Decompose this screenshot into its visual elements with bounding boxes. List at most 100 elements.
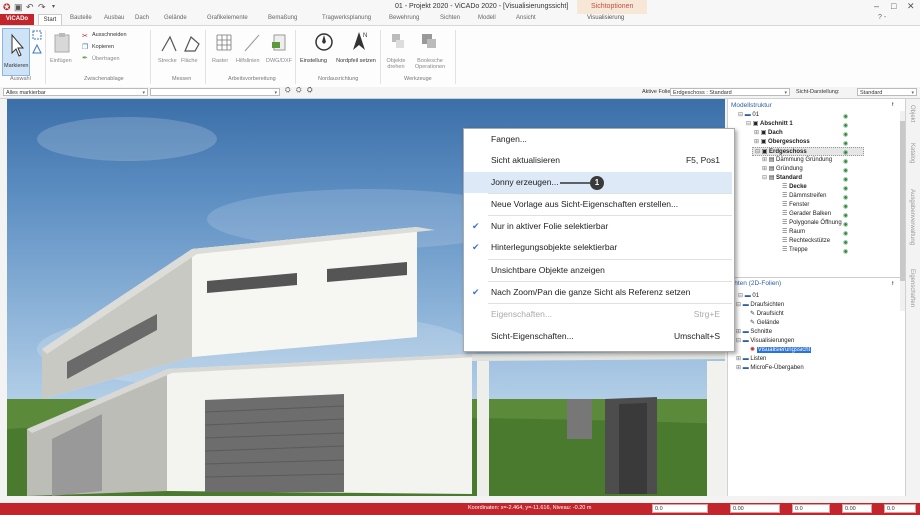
menu-item-fangen[interactable]: Fangen... — [464, 129, 732, 150]
tree-item[interactable]: ☰ Gerader Balken — [782, 210, 831, 219]
pin-icon[interactable]: ᵻ — [892, 101, 894, 108]
boolesche-label[interactable]: Boolesche Operationen — [410, 58, 450, 70]
redo-icon[interactable]: ↷ — [38, 2, 46, 13]
side-tab-eigenschaften[interactable]: Eigenschaften — [909, 269, 915, 307]
menu-item-neue-vorlage[interactable]: Neue Vorlage aus Sicht-Eigenschaften ers… — [464, 194, 732, 215]
eye-icon[interactable]: ◉ — [843, 248, 848, 255]
measure-area-icon[interactable] — [183, 34, 201, 54]
tree-item[interactable]: ⊞ ▤ Gründung — [762, 165, 803, 174]
boolean-ops-icon[interactable] — [420, 32, 438, 52]
tab-ansicht[interactable]: Ansicht — [516, 15, 536, 21]
flaeche-label[interactable]: Fläche — [181, 58, 198, 64]
eye-icon[interactable]: ◉ — [843, 113, 848, 120]
eye-icon[interactable]: ◉ — [843, 140, 848, 147]
eye-icon[interactable]: ◉ — [843, 149, 848, 156]
strecke-label[interactable]: Strecke — [158, 58, 177, 64]
tree-item[interactable]: ☰ Dämmstreifen — [782, 192, 826, 201]
status-field[interactable]: 0.0 — [792, 504, 830, 513]
eye-icon[interactable]: ◉ — [843, 221, 848, 228]
menu-item-sicht-aktualisieren[interactable]: Sicht aktualisieren F5, Pos1 — [464, 150, 732, 171]
quick-access-menu-icon[interactable]: ▾ — [52, 3, 55, 10]
status-field[interactable]: 0.00 — [842, 504, 872, 513]
side-tab-objekt[interactable]: Objekt — [909, 105, 915, 122]
side-tab-ausgabenverwaltung[interactable]: Ausgabenverwaltung — [909, 189, 915, 245]
helper-lines-icon[interactable] — [243, 33, 261, 53]
eye-icon[interactable]: ◉ — [843, 158, 848, 165]
paste-icon[interactable] — [52, 32, 72, 54]
dwg-label[interactable]: DWG/DXF — [266, 58, 292, 64]
eye-icon[interactable]: ◉ — [843, 185, 848, 192]
status-field[interactable]: 0.0 — [884, 504, 916, 513]
hilfslinien-label[interactable]: Hilfslinien — [236, 58, 260, 64]
views-tree-item[interactable]: ⊟ ▬ 01 — [738, 292, 759, 301]
eye-icon[interactable]: ◉ — [843, 212, 848, 219]
views-tree-item-selected[interactable]: ✺ Visualisierungssicht — [750, 346, 812, 355]
save-icon[interactable]: ▣ — [14, 2, 23, 13]
tab-ausbau[interactable]: Ausbau — [104, 15, 124, 21]
selection-filter-dropdown[interactable]: Alles markierbar ▾ — [3, 88, 148, 96]
menu-item-sicht-eigenschaften[interactable]: Sicht-Eigenschaften... Umschalt+S — [464, 326, 732, 347]
undo-icon[interactable]: ↶ — [26, 2, 34, 13]
tab-bemassung[interactable]: Bemaßung — [268, 15, 297, 21]
compass-icon[interactable] — [314, 32, 334, 52]
select-box-icon[interactable] — [32, 30, 42, 40]
tree-item[interactable]: ☰ Raum — [782, 228, 805, 237]
tab-vicado[interactable]: ViCADo — [0, 14, 34, 25]
binoculars-icon[interactable]: ⛭ — [285, 87, 291, 95]
tab-gelaende[interactable]: Gelände — [164, 15, 187, 21]
views-tree-item[interactable]: ⊟ ▬ Draufsichten — [736, 301, 784, 310]
objekte-drehen-label[interactable]: Objekte drehen — [382, 58, 410, 70]
tab-sichten[interactable]: Sichten — [440, 15, 460, 21]
tree-item[interactable]: ⊟ ▤ Standard — [762, 174, 802, 183]
minimize-button[interactable]: – — [874, 1, 879, 11]
dwg-icon[interactable] — [270, 33, 288, 53]
tree-item[interactable]: ⊞ ▣ Dach — [754, 129, 783, 138]
views-tree-item[interactable]: ⊞ ▬ MicroFe-Übergaben — [736, 364, 804, 373]
side-tab-katalog[interactable]: Katalog — [909, 143, 915, 163]
menu-item-unsichtbare-objekte[interactable]: Unsichtbare Objekte anzeigen — [464, 260, 732, 281]
binoculars-icon[interactable]: ⛭ — [307, 87, 313, 95]
tab-visualisierung[interactable]: Visualisierung — [587, 15, 624, 21]
tab-tragwerksplanung[interactable]: Tragwerksplanung — [322, 15, 371, 21]
tree-item[interactable]: ⊟ ▣ Abschnitt 1 — [746, 120, 793, 129]
eye-icon[interactable]: ◉ — [843, 131, 848, 138]
view-display-dropdown[interactable]: Standard ▾ — [857, 88, 917, 96]
tree-item[interactable]: ☰ Polygonale Öffnung — [782, 219, 842, 228]
menu-item-zoom-pan-referenz[interactable]: ✔ Nach Zoom/Pan die ganze Sicht als Refer… — [464, 282, 732, 303]
tab-bewehrung[interactable]: Bewehrung — [389, 15, 419, 21]
tree-item[interactable]: ⊞ ▣ Obergeschoss — [754, 138, 810, 147]
rotate-objects-icon[interactable] — [390, 32, 408, 52]
menu-item-eigenschaften[interactable]: Eigenschaften... Strg+E — [464, 304, 732, 325]
measure-distance-icon[interactable] — [160, 34, 178, 54]
grid-icon[interactable] — [215, 33, 233, 53]
status-field[interactable]: 0.0 — [652, 504, 708, 513]
menu-item-nur-aktive-folie[interactable]: ✔ Nur in aktiver Folie selektierbar — [464, 216, 732, 237]
tree-item[interactable]: ⊞ ▤ Dämmung Gründung — [762, 156, 832, 165]
eye-icon[interactable]: ◉ — [843, 239, 848, 246]
cut-label[interactable]: Ausschneiden — [92, 32, 127, 38]
pin-icon[interactable]: ᵻ — [892, 280, 894, 287]
views-tree-item[interactable]: ✎ Draufsicht — [750, 310, 784, 319]
nordpfeil-label[interactable]: Nordpfeil setzen — [336, 58, 376, 64]
raster-label[interactable]: Raster — [212, 58, 228, 64]
tree-item[interactable]: ☰ Decke — [782, 183, 807, 192]
help-button[interactable]: ? - — [878, 14, 886, 21]
eye-icon[interactable]: ◉ — [843, 203, 848, 210]
menu-item-hinterlegungsobjekte[interactable]: ✔ Hinterlegungsobjekte selektierbar — [464, 237, 732, 258]
markieren-button[interactable]: Markieren — [2, 28, 30, 76]
eye-icon[interactable]: ◉ — [843, 230, 848, 237]
status-field[interactable]: 0.00 — [730, 504, 780, 513]
select-poly-icon[interactable] — [32, 44, 42, 54]
secondary-dropdown[interactable]: ▾ — [150, 88, 280, 96]
tree-item[interactable]: ☰ Rechteckstütze — [782, 237, 830, 246]
tree-item[interactable]: ☰ Treppe — [782, 246, 808, 255]
copy-label[interactable]: Kopieren — [92, 44, 114, 50]
binoculars-icon[interactable]: ⛭ — [296, 87, 302, 95]
tab-dach[interactable]: Dach — [135, 15, 149, 21]
north-arrow-icon[interactable]: N — [349, 30, 369, 52]
maximize-button[interactable]: □ — [891, 1, 896, 11]
tree-item[interactable]: ⊟ ▬ 01 — [738, 111, 759, 120]
eye-icon[interactable]: ◉ — [843, 194, 848, 201]
eye-icon[interactable]: ◉ — [843, 176, 848, 183]
views-tree-item[interactable]: ✎ Gelände — [750, 319, 779, 328]
